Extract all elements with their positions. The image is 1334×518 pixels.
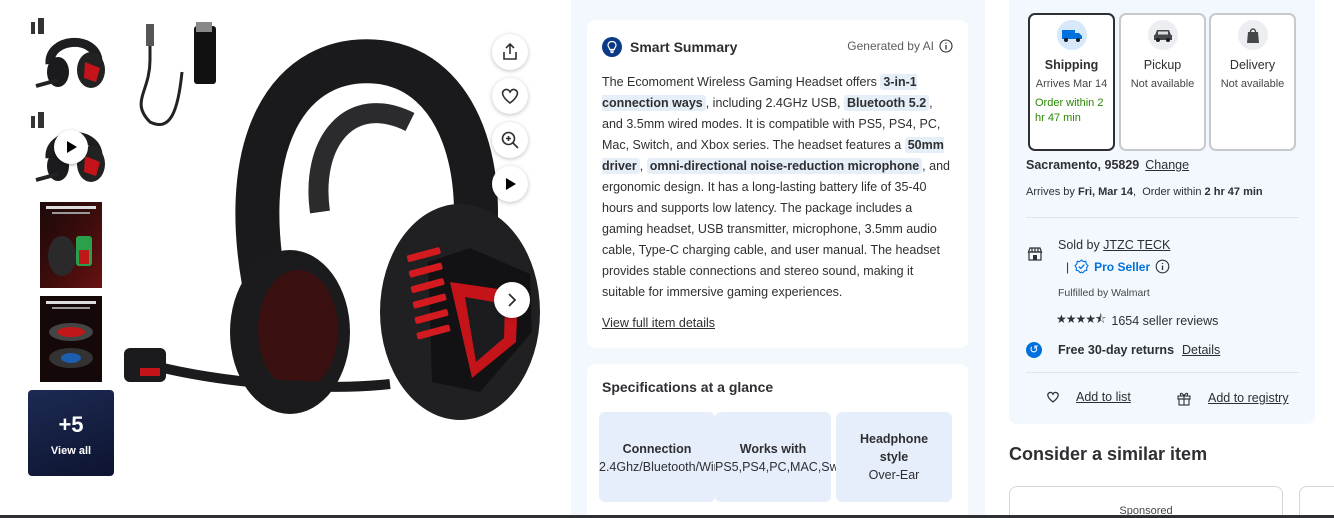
store-icon: [1027, 246, 1043, 267]
arrives-date: Fri, Mar 14: [1077, 186, 1133, 198]
option-name: Delivery: [1229, 58, 1276, 72]
specifications-title: Specifications at a glance: [602, 379, 774, 395]
summary-highlight: Bluetooth 5.2: [844, 95, 930, 111]
thumbnail-video[interactable]: [28, 110, 114, 196]
fulfillment-shipping[interactable]: Shipping Arrives Mar 14 Order within 2 h…: [1028, 13, 1115, 151]
change-location-link[interactable]: Change: [1145, 158, 1189, 172]
play-icon: [54, 130, 88, 164]
generated-by-ai: Generated by AI: [847, 39, 953, 53]
seller-rating[interactable]: ★★★★⯪ 1654 seller reviews: [1056, 310, 1218, 331]
play-video-button[interactable]: [492, 166, 528, 202]
free-returns: Free 30-day returns Details: [1058, 343, 1220, 357]
next-image-button[interactable]: [494, 282, 530, 318]
spec-name: Headphone style: [859, 432, 929, 464]
summary-highlight: omni-directional noise-reduction microph…: [646, 158, 923, 174]
view-full-details-link[interactable]: View full item details: [602, 316, 715, 330]
spec-headphone-style[interactable]: Headphone style Over-Ear: [836, 412, 952, 502]
zoom-in-icon: [501, 131, 519, 149]
delivery-location: Sacramento, 95829 Change: [1026, 158, 1189, 172]
car-icon: [1147, 20, 1178, 50]
view-all-label: View all: [50, 445, 92, 457]
smart-summary-card: Smart Summary Generated by AI The Ecomom…: [587, 20, 968, 348]
thumbnail-premium-promo[interactable]: [28, 296, 114, 382]
order-time: 2 hr 47 min: [1204, 186, 1263, 198]
option-subtext: Arrives Mar 14: [1035, 78, 1108, 90]
pro-seller-label: Pro Seller: [1094, 259, 1151, 274]
smart-summary-title: Smart Summary: [630, 39, 738, 55]
view-all-thumbnails[interactable]: +5 View all: [28, 390, 114, 476]
returns-icon: ↺: [1026, 342, 1042, 358]
zoom-button[interactable]: [492, 122, 528, 158]
summary-text: ,: [639, 159, 647, 173]
info-icon[interactable]: [939, 39, 953, 53]
seller-name-link[interactable]: JTZC TECK: [1103, 238, 1170, 252]
heart-icon: [501, 88, 519, 105]
sold-by: Sold by JTZC TECK: [1058, 238, 1170, 252]
thumbnail-endurance-promo[interactable]: [28, 202, 114, 288]
location-text: Sacramento, 95829: [1026, 158, 1140, 172]
specifications-card: Specifications at a glance Connection 2.…: [587, 364, 968, 518]
main-product-image[interactable]: [120, 12, 550, 432]
arrives-prefix: Arrives by: [1026, 186, 1078, 198]
similar-items-heading: Consider a similar item: [1009, 444, 1208, 464]
pro-seller-badge: | Pro Seller: [1066, 259, 1170, 274]
summary-text: , and ergonomic design. It has a long-la…: [602, 159, 950, 299]
fulfillment-pickup[interactable]: Pickup Not available: [1119, 13, 1206, 151]
share-icon: [503, 42, 517, 60]
spec-connection[interactable]: Connection 2.4Ghz/Bluetooth/Wired: [599, 412, 732, 502]
play-icon: [506, 178, 516, 190]
returns-label: Free 30-day returns: [1058, 343, 1175, 357]
fulfillment-delivery[interactable]: Delivery Not available: [1209, 13, 1296, 151]
order-prefix: Order within: [1142, 186, 1205, 198]
spec-name: Works with: [739, 442, 807, 456]
lightbulb-icon: [602, 37, 622, 57]
spec-value: PS5,PS4,PC,MAC,Switch,X: [715, 460, 870, 474]
smart-summary-header: Smart Summary: [602, 37, 737, 57]
truck-icon: [1056, 20, 1087, 50]
separator: ,: [1133, 186, 1137, 198]
divider: [1026, 372, 1299, 373]
review-count: 1654 seller reviews: [1111, 313, 1219, 328]
star-rating-icon: ★★★★⯪: [1056, 312, 1106, 326]
spec-value: Over-Ear: [868, 468, 920, 482]
option-name: Shipping: [1044, 58, 1099, 72]
generated-by-label: Generated by AI: [847, 39, 934, 53]
delivery-bag-icon: [1237, 20, 1268, 50]
summary-text: The Ecomoment Wireless Gaming Headset of…: [602, 75, 881, 89]
returns-details-link[interactable]: Details: [1182, 343, 1220, 357]
add-to-registry-label: Add to registry: [1208, 391, 1289, 405]
share-button[interactable]: [492, 34, 528, 70]
arrival-info: Arrives by Fri, Mar 14, Order within 2 h…: [1026, 186, 1263, 198]
summary-text: , including 2.4GHz USB,: [705, 96, 844, 110]
more-count: +5: [58, 412, 84, 437]
option-subtext: Not available: [1220, 78, 1285, 90]
option-cutoff: Order within 2 hr 47 min: [1035, 97, 1104, 124]
chevron-right-icon: [508, 293, 517, 307]
heart-icon: [1047, 391, 1059, 403]
smart-summary-text: The Ecomoment Wireless Gaming Headset of…: [602, 72, 954, 303]
divider: [1026, 217, 1299, 218]
fulfilled-by: Fulfilled by Walmart: [1058, 287, 1150, 299]
similar-item-card[interactable]: Sponsored: [1009, 486, 1283, 518]
separator: |: [1066, 259, 1070, 274]
sold-by-label: Sold by: [1058, 238, 1104, 252]
spec-name: Connection: [622, 442, 692, 456]
verified-badge-icon: [1074, 259, 1089, 274]
spec-works-with[interactable]: Works with PS5,PS4,PC,MAC,Switch,X: [715, 412, 870, 502]
similar-item-card[interactable]: [1299, 486, 1334, 518]
option-name: Pickup: [1143, 58, 1182, 72]
info-icon[interactable]: [1155, 259, 1170, 274]
add-to-registry-button[interactable]: Add to registry: [1176, 390, 1289, 406]
gift-icon: [1177, 392, 1191, 406]
thumbnail-headset[interactable]: [28, 16, 114, 102]
spec-value: 2.4Ghz/Bluetooth/Wired: [599, 460, 732, 474]
favorite-button[interactable]: [492, 78, 528, 114]
add-to-list-label: Add to list: [1076, 390, 1131, 404]
add-to-list-button[interactable]: Add to list: [1046, 390, 1131, 404]
option-subtext: Not available: [1130, 78, 1195, 90]
